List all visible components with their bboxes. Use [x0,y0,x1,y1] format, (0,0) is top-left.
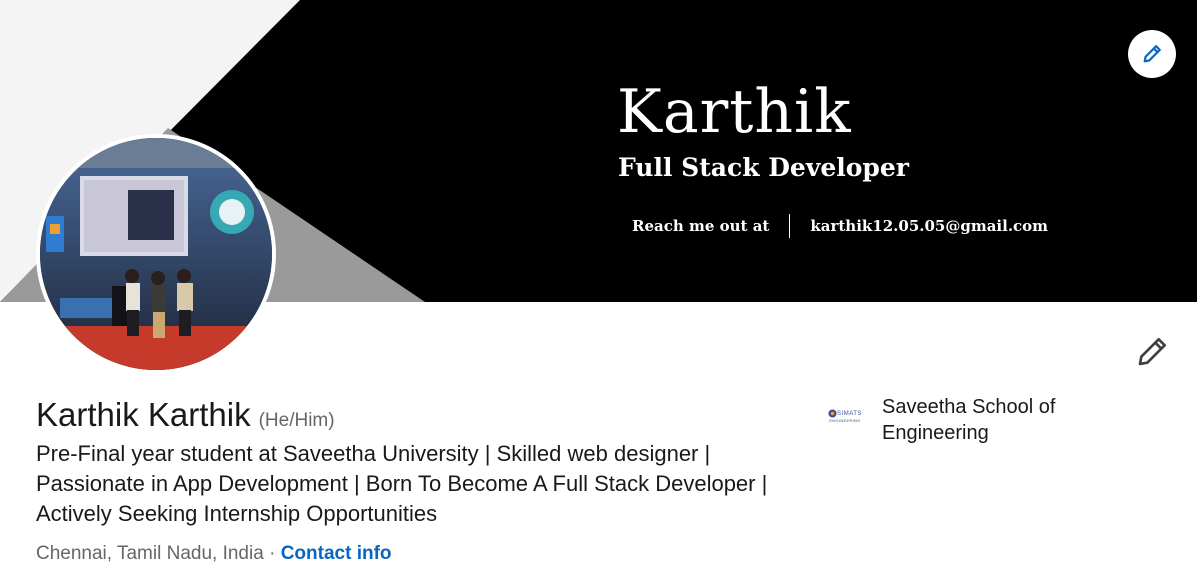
banner-name: Karthik [617,77,852,147]
pencil-icon [1143,45,1161,63]
avatar-photo [40,138,272,370]
banner-divider [789,214,791,238]
edit-intro-button[interactable] [1130,330,1174,374]
banner-role: Full Stack Developer [618,153,909,182]
contact-info-link[interactable]: Contact info [281,543,392,564]
banner-reach-label: Reach me out at [632,217,770,235]
name-row: Karthik Karthik (He/Him) [36,394,335,436]
banner-contact: Reach me out at karthik12.05.05@gmail.co… [632,212,1048,240]
profile-headline: Pre-Final year student at Saveetha Unive… [36,441,768,526]
school-logo-subtext: ENGINEERING [829,418,861,423]
profile-name: Karthik Karthik [36,396,251,433]
simats-logo-icon [828,409,837,418]
avatar[interactable] [36,134,276,374]
banner-email: karthik12.05.05@gmail.com [810,217,1049,235]
pronouns: (He/Him) [258,410,335,431]
school-name[interactable]: Saveetha School of Engineering [882,394,1082,446]
location-separator: · [269,543,276,564]
location-row: Chennai, Tamil Nadu, India · Contact inf… [36,540,392,568]
school-logo-text: SIMATS [837,410,862,417]
education-entry[interactable]: SIMATS ENGINEERING Saveetha School of En… [820,394,1082,446]
location-text: Chennai, Tamil Nadu, India [36,543,264,564]
school-logo: SIMATS ENGINEERING [820,396,870,436]
edit-banner-button[interactable] [1128,30,1176,78]
pencil-icon [1138,338,1166,366]
